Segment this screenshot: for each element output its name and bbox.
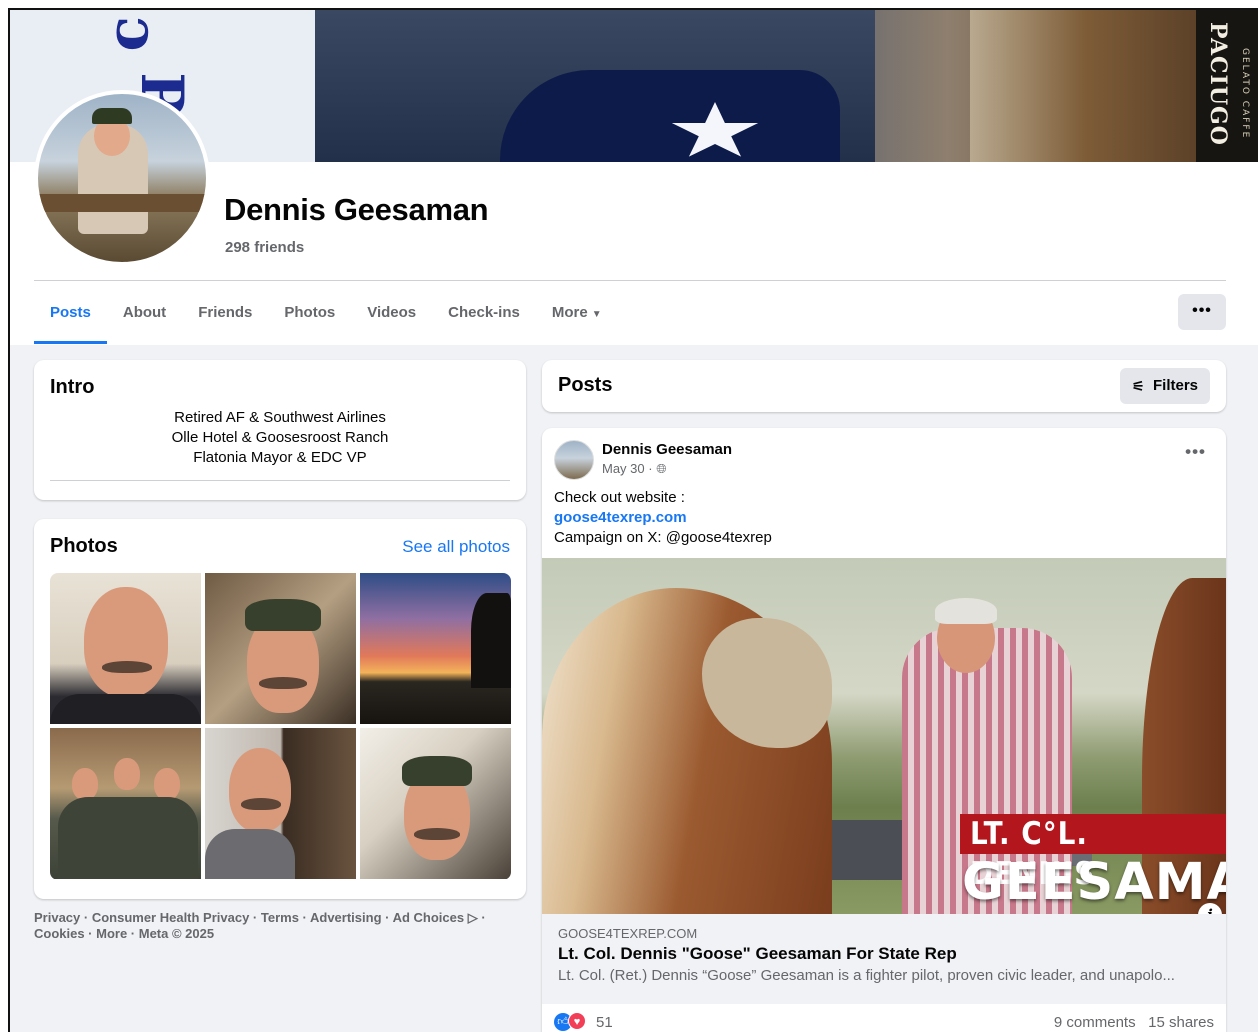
image-banner-rank: LT. C°L. DENNIS [960,814,1226,892]
intro-divider [50,480,510,481]
post-text-line: Campaign on X: @goose4texrep [554,529,772,546]
legal-footer: Privacy · Consumer Health Privacy · Term… [34,910,526,942]
post-author-name[interactable]: Dennis Geesaman [602,441,732,458]
cover-shop-sub: GELATO CAFFE [1240,48,1250,140]
photos-card: Photos See all photos [34,519,526,899]
filters-label: Filters [1152,377,1198,394]
cover-shop-sign: PACIUGO [1205,22,1231,146]
post-meta: May 30 · 🌐︎ [602,461,667,477]
tab-more-label: More [551,304,588,321]
photo-thumbnail[interactable] [360,728,511,879]
sliders-icon: ⚟ [1132,378,1145,394]
comments-count[interactable]: 9 comments [1054,1014,1136,1031]
photo-grid [50,573,511,880]
header-divider [34,280,1226,281]
footer-links[interactable]: Cookies · More · Meta © 2025 [34,926,526,942]
profile-page: ɔ P PACIUGO GELATO CAFFE Dennis Geesaman… [8,8,1258,1032]
tab-more[interactable]: More ▼ [536,292,618,344]
friends-count[interactable]: 298 friends [225,239,304,256]
profile-tabs: Posts About Friends Photos Videos Check-… [34,292,618,344]
filters-button[interactable]: ⚟ Filters [1120,368,1210,404]
post-text-line: Check out website : [554,489,685,506]
bio-line: Flatonia Mayor & EDC VP [193,449,367,466]
profile-avatar[interactable] [34,90,210,266]
intro-bio: Retired AF & Southwest Airlines Olle Hot… [34,408,526,468]
tab-photos[interactable]: Photos [268,292,351,344]
tab-about[interactable]: About [107,292,182,344]
shares-count[interactable]: 15 shares [1148,1014,1214,1031]
post-date[interactable]: May 30 · [602,461,656,476]
photo-thumbnail[interactable] [50,728,201,879]
photo-thumbnail[interactable] [50,573,201,724]
photos-title: Photos [50,535,118,557]
link-domain: GOOSE4TEXREP.COM [558,926,698,941]
link-preview[interactable]: GOOSE4TEXREP.COM Lt. Col. Dennis "Goose"… [542,914,1226,1004]
reactions[interactable]: 👍︎ ♥ [554,1012,586,1031]
link-title: Lt. Col. Dennis "Goose" Geesaman For Sta… [558,944,957,963]
intro-card: Intro Retired AF & Southwest Airlines Ol… [34,360,526,500]
post-link-image[interactable]: LT. C°L. DENNIS GEESAMAN [542,558,1226,914]
posts-title: Posts [558,374,613,396]
posts-header-card: Posts ⚟ Filters [542,360,1226,412]
tab-posts[interactable]: Posts [34,292,107,344]
image-banner-name: GEESAMAN [962,853,1226,912]
photo-thumbnail[interactable] [360,573,511,724]
reaction-count[interactable]: 51 [596,1014,613,1031]
post-card: Dennis Geesaman May 30 · 🌐︎ ••• Check ou… [542,428,1226,1032]
see-all-photos-link[interactable]: See all photos [402,537,510,557]
photo-thumbnail[interactable] [205,573,356,724]
profile-more-button[interactable]: ••• [1178,294,1226,330]
post-text: Check out website : goose4texrep.com Cam… [554,488,772,548]
tab-videos[interactable]: Videos [351,292,432,344]
bio-line: Retired AF & Southwest Airlines [174,409,386,426]
globe-icon: 🌐︎ [656,461,667,476]
photo-thumbnail[interactable] [205,728,356,879]
tab-check-ins[interactable]: Check-ins [432,292,536,344]
post-website-link[interactable]: goose4texrep.com [554,508,772,528]
comments-shares: 9 comments 15 shares [1054,1014,1214,1031]
post-author-avatar[interactable] [554,440,594,480]
link-description: Lt. Col. (Ret.) Dennis “Goose” Geesaman … [558,967,1175,984]
tab-friends[interactable]: Friends [182,292,268,344]
bio-line: Olle Hotel & Goosesroost Ranch [171,429,389,446]
caret-down-icon: ▼ [591,309,602,320]
intro-title: Intro [50,376,95,398]
profile-name: Dennis Geesaman [224,192,489,227]
post-options-button[interactable]: ••• [1185,442,1206,462]
heart-icon: ♥ [568,1012,586,1030]
footer-links[interactable]: Privacy · Consumer Health Privacy · Term… [34,910,526,926]
